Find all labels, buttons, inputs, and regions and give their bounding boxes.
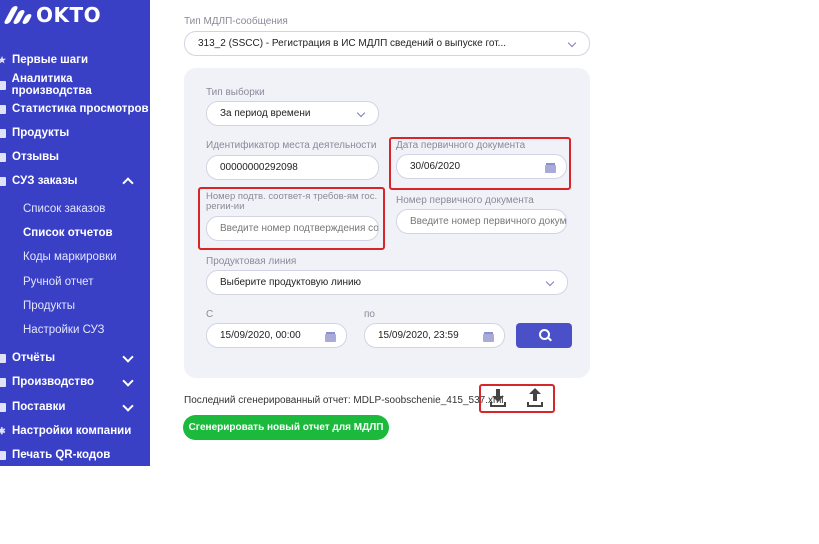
sidebar-item-label: Поставки [12, 401, 66, 413]
sidebar-item-view-stats[interactable]: Статистика просмотров [0, 98, 150, 120]
product-line-label: Продуктовая линия [206, 256, 297, 267]
chevron-up-icon [122, 177, 134, 189]
sidebar-item-reviews[interactable]: Отзывы [0, 146, 150, 168]
sidebar-item-label: Настройки компании [12, 425, 132, 437]
date-from-input[interactable]: 15/09/2020, 00:00 [206, 323, 347, 348]
chart-icon [0, 80, 6, 90]
orders-icon [0, 176, 6, 186]
primary-doc-number-label: Номер первичного документа [396, 195, 534, 206]
sample-type-label: Тип выборки [206, 87, 265, 98]
sidebar-item-supplies[interactable]: Поставки [0, 396, 150, 418]
last-report-text: Последний сгенерированный отчет: MDLP-so… [184, 395, 504, 406]
chevron-down-icon [122, 400, 134, 412]
sidebar-item-suz-orders[interactable]: СУЗ заказы [0, 170, 150, 192]
star-icon: ★ [0, 54, 7, 65]
suz-sub-order-list[interactable]: Список заказов [23, 199, 105, 219]
sidebar-item-label: Статистика просмотров [12, 103, 149, 115]
generate-report-button[interactable]: Сгенерировать новый отчет для МДЛП [183, 415, 389, 440]
calendar-icon[interactable] [483, 332, 494, 342]
message-type-select[interactable]: 313_2 (SSCC) - Регистрация в ИС МДЛП све… [184, 31, 590, 56]
truck-icon [0, 402, 6, 412]
sidebar-item-label: Продукты [12, 127, 70, 139]
message-type-label: Тип МДЛП-сообщения [184, 16, 288, 27]
sidebar-item-reports[interactable]: Отчёты [0, 347, 150, 369]
chevron-down-icon [545, 277, 555, 287]
suz-sub-products[interactable]: Продукты [23, 296, 75, 316]
suz-sub-report-list[interactable]: Список отчетов [23, 223, 113, 243]
highlight-report-icons [479, 384, 555, 413]
sidebar-item-products[interactable]: Продукты [0, 122, 150, 144]
gear-icon: ✱ [0, 425, 6, 436]
chevron-down-icon [567, 38, 577, 48]
sidebar-item-qr-print[interactable]: Печать QR-кодов [0, 444, 150, 466]
place-id-value: 00000000292098 [220, 162, 298, 173]
sidebar-item-production[interactable]: Производство [0, 371, 150, 393]
sample-type-select[interactable]: За период времени [206, 101, 379, 126]
primary-doc-number-placeholder: Введите номер первичного докум [410, 216, 567, 227]
sidebar-item-label: Аналитика производства [11, 73, 92, 97]
comment-icon [0, 152, 6, 162]
suz-sub-marking-codes[interactable]: Коды маркировки [23, 247, 117, 267]
sidebar-item-label: Отчёты [12, 352, 56, 364]
suz-sub-settings[interactable]: Настройки СУЗ [23, 320, 105, 340]
chevron-down-icon [122, 351, 134, 363]
primary-doc-number-input[interactable]: Введите номер первичного докум [396, 209, 567, 234]
box-icon [0, 128, 6, 138]
suz-sub-manual-report[interactable]: Ручной отчет [23, 272, 93, 292]
place-id-label: Идентификатор места деятельности [206, 140, 377, 151]
stats-icon [0, 104, 6, 114]
sidebar-item-label: Производство [12, 376, 95, 388]
logo-text: OKTO [36, 3, 102, 27]
date-from-value: 15/09/2020, 00:00 [220, 330, 301, 341]
factory-icon [0, 377, 6, 387]
calendar-icon[interactable] [325, 332, 336, 342]
sidebar: OKTO ★ Первые шаги Аналитика производств… [0, 0, 150, 466]
chevron-down-icon [356, 108, 366, 118]
sidebar-item-production-analytics[interactable]: Аналитика производства [0, 73, 150, 97]
okto-logo[interactable]: OKTO [3, 3, 102, 27]
highlight-confirmation-number [198, 187, 385, 250]
date-to-input[interactable]: 15/09/2020, 23:59 [364, 323, 505, 348]
product-line-placeholder: Выберите продуктовую линию [220, 277, 362, 288]
sidebar-item-label: СУЗ заказы [12, 175, 78, 187]
report-icon [0, 353, 6, 363]
date-from-label: С [206, 309, 214, 320]
date-to-value: 15/09/2020, 23:59 [378, 330, 459, 341]
sidebar-item-label: Печать QR-кодов [12, 449, 111, 461]
sample-type-value: За период времени [220, 108, 311, 119]
printer-icon [0, 450, 6, 460]
highlight-primary-doc-date [389, 137, 571, 190]
date-to-label: по [364, 309, 375, 320]
chevron-down-icon [122, 375, 134, 387]
place-id-input[interactable]: 00000000292098 [206, 155, 379, 180]
product-line-select[interactable]: Выберите продуктовую линию [206, 270, 568, 295]
logo-mark-icon [3, 6, 33, 24]
sidebar-item-company-settings[interactable]: ✱ Настройки компании [0, 420, 150, 442]
sidebar-item-label: Отзывы [12, 151, 60, 163]
search-button[interactable] [516, 323, 572, 348]
message-type-value: 313_2 (SSCC) - Регистрация в ИС МДЛП све… [198, 38, 507, 49]
sidebar-item-label: Первые шаги [12, 54, 89, 66]
sidebar-item-first-steps[interactable]: ★ Первые шаги [0, 49, 150, 71]
search-icon-handle [547, 336, 552, 342]
